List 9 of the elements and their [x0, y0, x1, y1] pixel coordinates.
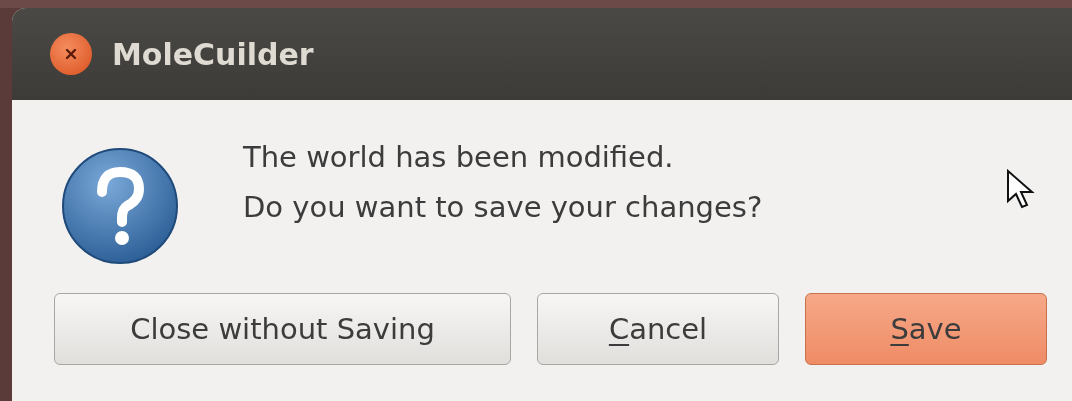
message-text: The world has been modified.: [243, 139, 675, 176]
dialog-button[interactable]: Cancel: [537, 293, 779, 365]
question-icon: [60, 146, 180, 266]
cursor-icon: [1006, 169, 1036, 209]
message-text: Do you want to save your changes?: [243, 189, 764, 226]
close-button[interactable]: [50, 33, 92, 75]
dialog-button[interactable]: Save: [805, 293, 1047, 365]
window-title: MoleCuilder: [112, 36, 314, 72]
dialog-button[interactable]: Close without Saving: [54, 293, 511, 365]
